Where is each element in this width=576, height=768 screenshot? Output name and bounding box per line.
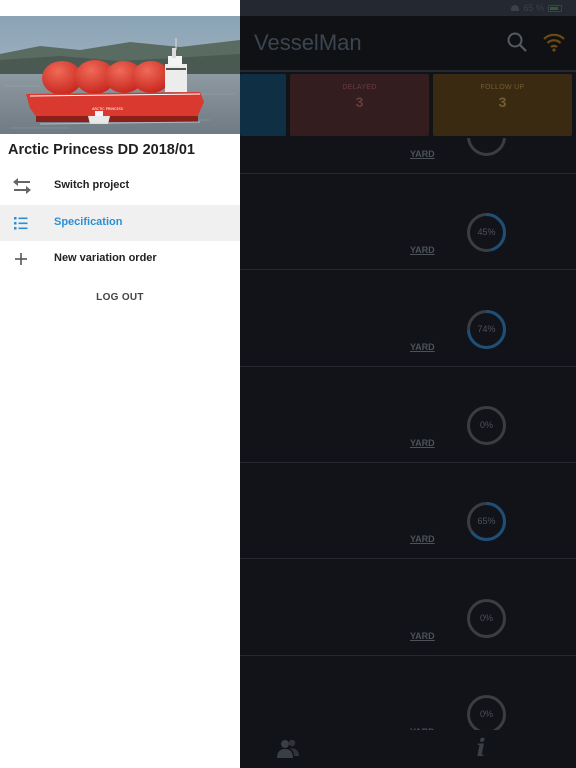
list-item[interactable]: YARD 0% [240, 367, 576, 463]
yard-tag: YARD [410, 630, 435, 641]
progress-percent: 0% [479, 708, 493, 719]
yard-tag: YARD [410, 149, 435, 159]
project-title: Arctic Princess DD 2018/01 [8, 142, 195, 158]
progress-percent: 74% [477, 323, 496, 334]
navigation-drawer: ARCTIC PRINCESS Arctic Princess DD 2018/… [0, 0, 240, 768]
logout-button[interactable]: LOG OUT [0, 292, 240, 303]
info-icon[interactable]: i [472, 734, 490, 762]
follow-up-count: 3 [498, 94, 507, 110]
swap-arrows-icon [12, 177, 31, 195]
wifi-signal-icon[interactable] [542, 30, 566, 54]
battery-text: 65 % [523, 3, 544, 13]
list-item[interactable]: YARD 65% [240, 463, 576, 560]
menu-label: Specification [54, 216, 123, 228]
yard-tag: YARD [410, 341, 435, 352]
menu-new-variation-order[interactable]: New variation order [0, 241, 240, 277]
yard-tag: YARD [410, 534, 435, 545]
battery-icon [548, 4, 562, 12]
progress-percent: 45% [477, 227, 496, 238]
vessel-photo: ARCTIC PRINCESS [0, 16, 240, 134]
list-item[interactable]: YARD 45% [240, 174, 576, 271]
summary-card-delayed[interactable]: DELAYED 3 [290, 74, 429, 136]
list-icon [12, 214, 30, 232]
delayed-label: DELAYED [342, 84, 377, 91]
status-wifi-icon [511, 5, 520, 11]
list-item[interactable]: YARD0% [240, 656, 576, 730]
progress-ring: 65% [466, 501, 507, 542]
drawer-status-area [0, 0, 240, 16]
summary-card-ontime[interactable] [240, 74, 286, 136]
menu-label: Switch project [54, 179, 130, 191]
progress-ring: 74% [466, 309, 507, 350]
people-icon[interactable] [276, 736, 300, 760]
menu-label: New variation order [54, 252, 157, 264]
menu-switch-project[interactable]: Switch project [0, 168, 240, 204]
plus-icon [12, 250, 30, 268]
search-icon[interactable] [506, 31, 528, 53]
progress-ring [466, 138, 507, 157]
yard-tag: YARD [410, 245, 435, 256]
list-item[interactable]: YARD 74% [240, 271, 576, 367]
yard-tag: YARD [410, 437, 435, 448]
svg-text:ARCTIC PRINCESS: ARCTIC PRINCESS [92, 107, 124, 111]
progress-ring: 45% [466, 212, 507, 253]
progress-percent: 0% [479, 612, 493, 623]
summary-card-follow-up[interactable]: FOLLOW UP 3 [433, 74, 572, 136]
progress-ring: 0% [466, 405, 507, 446]
app-title: VesselMan [254, 30, 362, 55]
follow-up-label: FOLLOW UP [480, 84, 525, 91]
list-item[interactable]: YARD [240, 138, 576, 174]
progress-ring: 0% [466, 694, 507, 730]
list-item[interactable]: YARD 0% [240, 560, 576, 656]
menu-specification[interactable]: Specification [0, 205, 240, 241]
progress-ring: 0% [466, 598, 507, 639]
progress-percent: 0% [479, 419, 493, 430]
delayed-count: 3 [355, 94, 364, 110]
progress-percent: 65% [477, 516, 496, 527]
